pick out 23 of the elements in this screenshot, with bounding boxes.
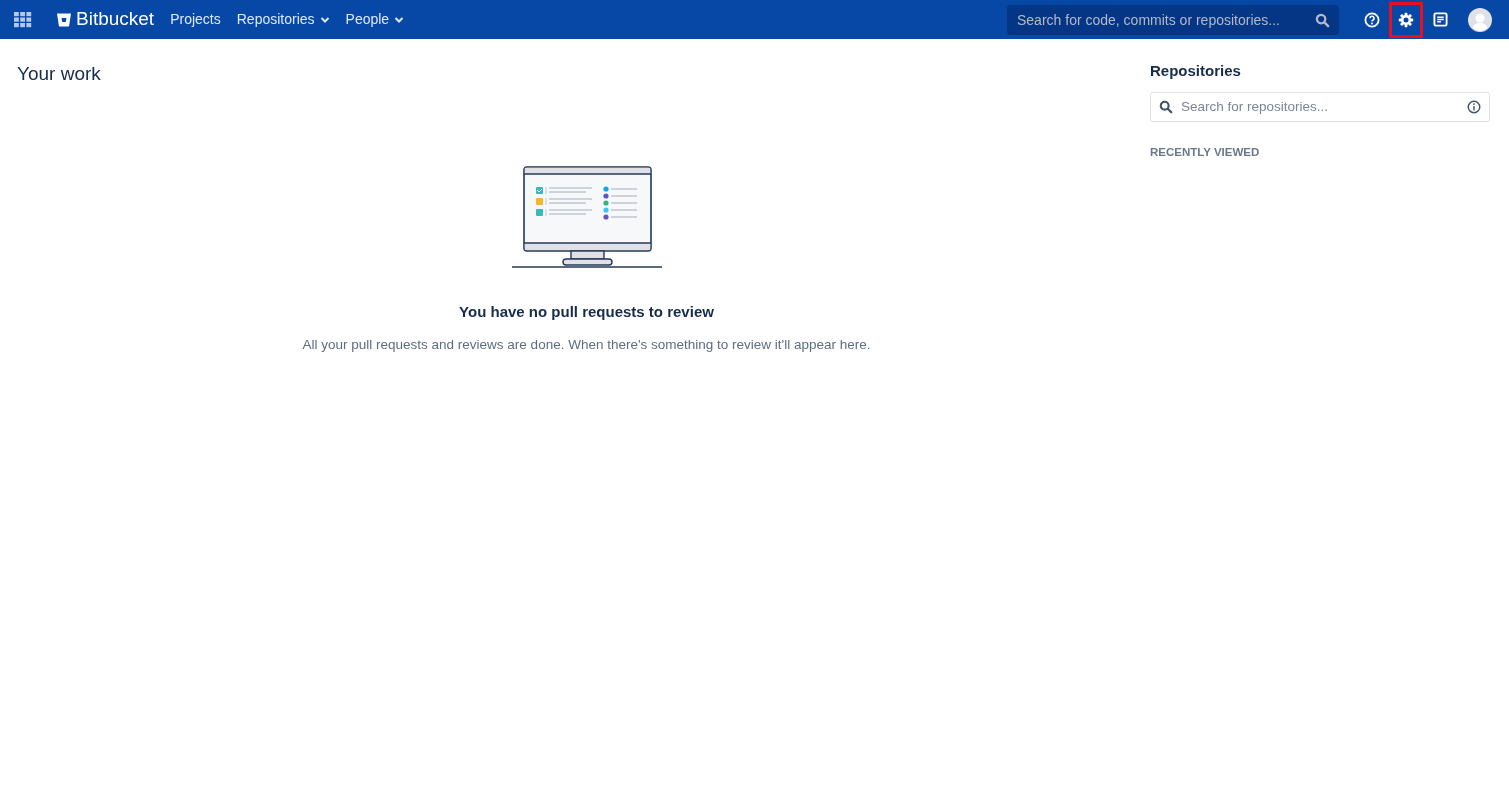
- nav-menu-link[interactable]: People: [337, 5, 413, 34]
- app-grid-icon[interactable]: [14, 11, 32, 28]
- search-icon[interactable]: [1315, 12, 1330, 28]
- settings-icon: [1398, 11, 1414, 28]
- settings-button[interactable]: [1389, 1, 1423, 38]
- notes-icon: [1432, 12, 1448, 27]
- avatar-icon: [1468, 7, 1492, 32]
- bucket-logo-icon: [56, 11, 72, 28]
- nav-menu-link[interactable]: Repositories: [228, 5, 338, 34]
- page-title: Your work: [17, 63, 102, 86]
- repository-search-field[interactable]: Search for repositories...: [1150, 91, 1490, 122]
- chevron-down-icon: [394, 15, 405, 24]
- info-icon[interactable]: [1467, 99, 1481, 114]
- chevron-down-icon: [319, 15, 330, 24]
- section-label: RECENTLY VIEWED: [1150, 144, 1261, 160]
- sidebar-heading: Repositories: [1150, 61, 1242, 81]
- nav-menu-link[interactable]: Projects: [162, 5, 229, 34]
- app-brand-name[interactable]: Bitbucket: [76, 5, 155, 34]
- empty-state-message: All your pull requests and reviews are done. When there's something to review it'll appear here.: [302, 336, 871, 355]
- search-icon: [1159, 99, 1173, 114]
- code-search-field[interactable]: Search for code, commits or repositories...: [1007, 4, 1339, 35]
- help-icon: [1364, 11, 1380, 28]
- empty-state-heading: You have no pull requests to review: [459, 301, 714, 322]
